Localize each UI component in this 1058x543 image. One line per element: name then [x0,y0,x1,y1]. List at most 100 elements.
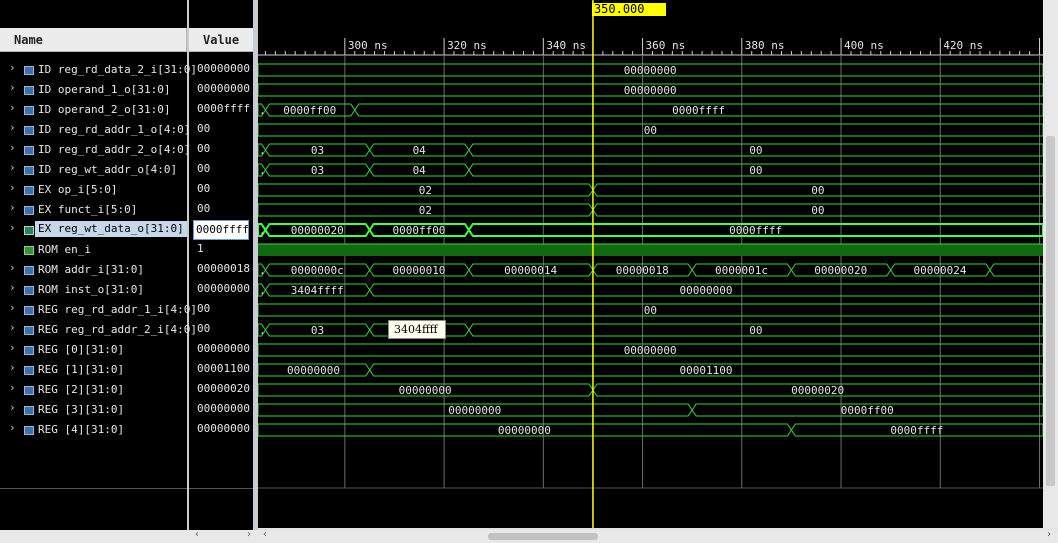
bus-value-label: 00000020 [291,224,344,237]
signal-name[interactable]: REG reg_rd_addr_1_i[4:0] [38,303,197,316]
bus-value-label: 00000000 [624,344,677,357]
horizontal-scroll-thumb[interactable] [488,533,598,540]
signal-row[interactable]: › ROM inst_o[31:0] [0,280,187,300]
expand-chevron-icon[interactable]: › [9,261,16,274]
signal-name[interactable]: REG [4][31:0] [38,423,124,436]
signal-row[interactable]: › ID reg_rd_addr_2_o[4:0] [0,140,190,160]
expand-chevron-icon[interactable]: › [9,341,16,354]
signal-row[interactable]: › REG [2][31:0] [0,380,187,400]
signal-row[interactable]: › EX op_i[5:0] [0,180,187,200]
bus-value-label: 02 [419,204,432,217]
bus-value-label: . [259,264,266,277]
wave-scroll-right-icon[interactable]: › [1046,529,1052,540]
value-tooltip: 3404ffff [388,320,446,339]
expand-chevron-icon[interactable]: › [9,221,16,234]
signal-name[interactable]: ID reg_rd_addr_1_o[4:0] [38,123,190,136]
time-tick-label: 340 ns [546,39,586,52]
wire-signal-icon [24,246,34,255]
value-column-header[interactable]: Value [189,28,253,52]
bus-value-label: 3404ffff [291,284,344,297]
expand-chevron-icon[interactable]: › [9,161,16,174]
bus-value-label: 00 [644,124,657,137]
signal-row[interactable]: ROM en_i [0,240,187,260]
signal-row[interactable]: › ID operand_1_o[31:0] [0,80,187,100]
expand-chevron-icon[interactable]: › [9,201,16,214]
horizontal-scrollbar-strip: ‹ › ‹ › [0,529,1058,543]
wave-scroll-left-icon[interactable]: ‹ [262,529,268,540]
signal-row[interactable]: › REG reg_rd_addr_1_i[4:0] [0,300,197,320]
expand-chevron-icon[interactable]: › [9,301,16,314]
expand-chevron-icon[interactable]: › [9,181,16,194]
signal-name[interactable]: ROM en_i [38,243,91,256]
bus-signal-icon [24,286,34,295]
waveform-viewer[interactable]: 300 ns 320 ns 340 ns 360 ns 380 ns 400 ns 420 … [258,0,1043,528]
signal-row[interactable]: › EX funct_i[5:0] [0,200,187,220]
signal-value: 00 [197,202,211,215]
expand-chevron-icon[interactable]: › [9,361,16,374]
cursor-time-label: 350.000 ns [593,2,645,30]
bus-signal-icon [24,426,34,435]
expand-chevron-icon[interactable]: › [9,101,16,114]
value-scroll-left-icon[interactable]: ‹ [194,529,200,540]
signal-name[interactable]: ID reg_rd_data_2_i[31:0] [38,63,197,76]
bus-value-label: 0000ff00 [392,224,445,237]
signal-name[interactable]: ID reg_wt_addr_o[4:0] [38,163,177,176]
name-column-header[interactable]: Name [0,28,187,52]
bus-value-label: 00000000 [680,284,733,297]
bus-signal-icon [24,406,34,415]
time-tick-label: 300 ns [348,39,388,52]
bus-value-label: 00 [811,204,824,217]
signal-name[interactable]: EX op_i[5:0] [38,183,117,196]
signal-row[interactable]: › REG reg_rd_addr_2_i[4:0] [0,320,197,340]
signal-name[interactable]: REG [2][31:0] [38,383,124,396]
signal-name[interactable]: REG [0][31:0] [38,343,124,356]
expand-chevron-icon[interactable]: › [9,61,16,74]
bus-signal-icon [24,206,34,215]
bus-signal-icon [24,106,34,115]
vertical-scroll-thumb[interactable] [1046,136,1055,486]
signal-name[interactable]: REG [3][31:0] [38,403,124,416]
signal-row[interactable]: › ID operand_2_o[31:0] [0,100,187,120]
signal-name[interactable]: ID operand_1_o[31:0] [38,83,170,96]
signal-name[interactable]: EX reg_wt_data_o[31:0] [35,221,187,237]
signal-name[interactable]: REG reg_rd_addr_2_i[4:0] [38,323,197,336]
waveform-canvas[interactable]: 300 ns 320 ns 340 ns 360 ns 380 ns 400 ns 420 … [258,0,1043,528]
signal-name[interactable]: REG [1][31:0] [38,363,124,376]
bus-value-label: . [259,164,266,177]
signal-row[interactable]: › EX reg_wt_data_o[31:0] [0,220,187,240]
cursor-time-marker[interactable]: 350.000 ns [591,2,666,30]
signal-value: 00000000 [197,422,250,435]
expand-chevron-icon[interactable]: › [9,81,16,94]
signal-value: 00 [197,302,211,315]
bus-value-label: 00 [749,144,762,157]
expand-chevron-icon[interactable]: › [9,381,16,394]
signal-name[interactable]: ROM inst_o[31:0] [38,283,144,296]
signal-row[interactable]: › ID reg_rd_addr_1_o[4:0] [0,120,190,140]
signal-name[interactable]: ID reg_rd_addr_2_o[4:0] [38,143,190,156]
expand-chevron-icon[interactable]: › [9,321,16,334]
expand-chevron-icon[interactable]: › [9,421,16,434]
bus-signal-icon [24,386,34,395]
name-column-label: Name [14,33,43,47]
signal-row[interactable]: › REG [1][31:0] [0,360,187,380]
signal-name[interactable]: ROM addr_i[31:0] [38,263,144,276]
signal-row[interactable]: › REG [4][31:0] [0,420,187,440]
signal-name[interactable]: ID operand_2_o[31:0] [38,103,170,116]
signal-row[interactable]: › REG [0][31:0] [0,340,187,360]
expand-chevron-icon[interactable]: › [9,141,16,154]
value-scroll-right-icon[interactable]: › [246,529,252,540]
signal-value: 00000000 [197,282,250,295]
signal-row[interactable]: › REG [3][31:0] [0,400,187,420]
signal-name[interactable]: EX funct_i[5:0] [38,203,137,216]
signal-row[interactable]: › ID reg_rd_data_2_i[31:0] [0,60,197,80]
signal-row[interactable]: › ROM addr_i[31:0] [0,260,187,280]
bus-value-label: 04 [413,164,427,177]
expand-chevron-icon[interactable]: › [9,121,16,134]
time-tick-label: 420 ns [943,39,983,52]
bus-value-label: 0000ffff [729,224,782,237]
expand-chevron-icon[interactable]: › [9,401,16,414]
expand-chevron-icon[interactable]: › [9,281,16,294]
bus-value-label: . [259,104,266,117]
signal-row[interactable]: › ID reg_wt_addr_o[4:0] [0,160,187,180]
bus-value-label: 00000020 [791,384,844,397]
